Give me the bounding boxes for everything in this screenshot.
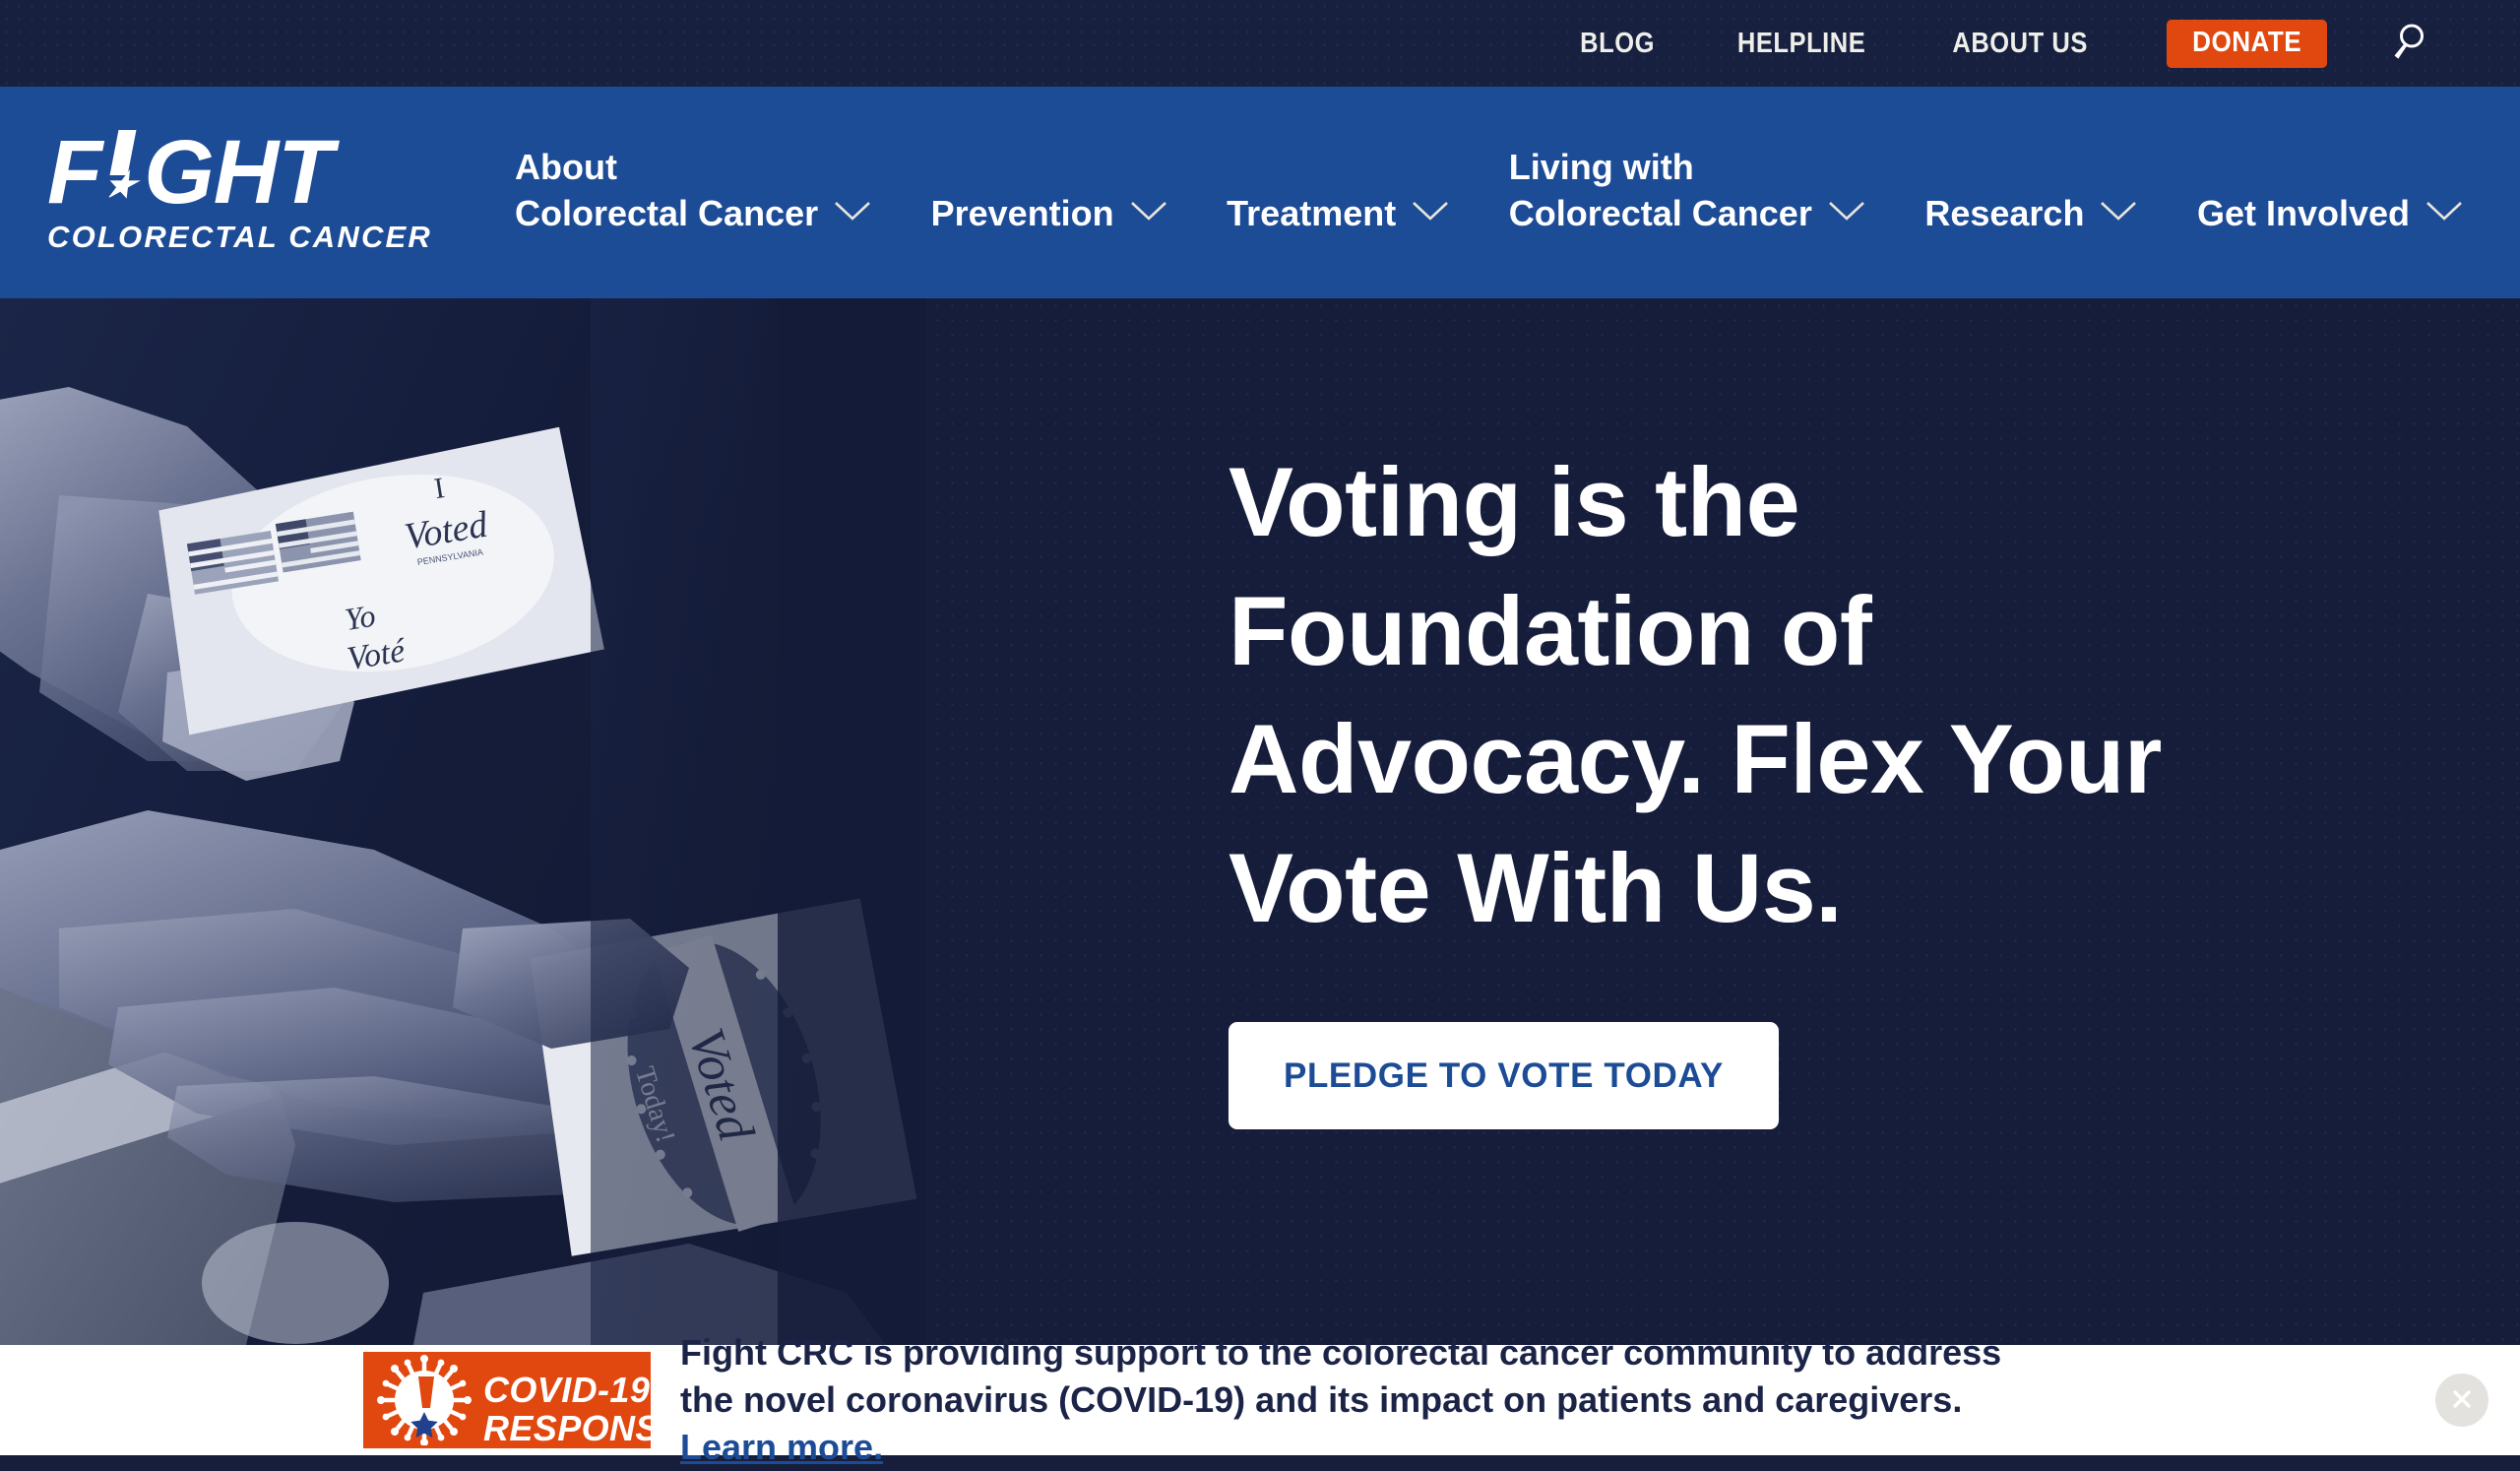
nav-item-get-involved[interactable]: Get Involved bbox=[2197, 191, 2463, 236]
logo-wordmark: F ★ GHT bbox=[47, 121, 387, 223]
nav-item-line2: Get Involved bbox=[2196, 192, 2410, 233]
covid-19-response-badge[interactable]: COVID-19 RESPONSE bbox=[363, 1352, 651, 1448]
banner-message: Fight CRC is providing support to the co… bbox=[680, 1329, 2058, 1471]
hero-headline-line-4: Vote With Us. bbox=[1228, 833, 1843, 943]
nav-item-line2: Treatment bbox=[1227, 192, 1397, 233]
nav-item-line1: About bbox=[515, 147, 617, 188]
chevron-down-icon bbox=[1828, 200, 1865, 226]
pledge-to-vote-button[interactable]: PLEDGE TO VOTE TODAY bbox=[1228, 1021, 1780, 1129]
logo-letters-ght: GHT bbox=[144, 121, 333, 223]
chevron-down-icon bbox=[1412, 200, 1449, 226]
hero-content: Voting is the Foundation of Advocacy. Fl… bbox=[1228, 438, 2213, 1129]
topbar-link-blog[interactable]: BLOG bbox=[1580, 28, 1655, 60]
nav-item-line2: Prevention bbox=[930, 192, 1114, 233]
close-icon bbox=[2449, 1386, 2475, 1415]
topbar-link-about-us[interactable]: ABOUT US bbox=[1953, 28, 2089, 60]
logo-exclamation-star-icon: ★ bbox=[100, 129, 142, 205]
banner-learn-more-link[interactable]: Learn more. bbox=[680, 1427, 883, 1467]
nav-item-line1: Living with bbox=[1508, 147, 1694, 188]
nav-item-line2: Research bbox=[1924, 192, 2085, 233]
chevron-down-icon bbox=[834, 200, 871, 226]
svg-text:Yo: Yo bbox=[343, 598, 378, 637]
site-logo[interactable]: F ★ GHT COLORECTAL CANCER bbox=[47, 121, 433, 256]
covid-response-banner: COVID-19 RESPONSE Fight CRC is providing… bbox=[0, 1332, 2520, 1467]
hero-headline: Voting is the Foundation of Advocacy. Fl… bbox=[1228, 438, 2213, 953]
search-icon bbox=[2385, 21, 2428, 67]
covid-badge-line-1: COVID-19 bbox=[483, 1370, 651, 1410]
banner-close-button[interactable] bbox=[2435, 1374, 2488, 1427]
hero-headline-line-3: Advocacy. Flex Your bbox=[1228, 704, 2162, 814]
banner-message-text: Fight CRC is providing support to the co… bbox=[680, 1332, 2002, 1421]
logo-subtitle: COLORECTAL CANCER bbox=[47, 220, 433, 255]
nav-item-line2: Colorectal Cancer bbox=[1508, 192, 1812, 233]
donate-button-label: DONATE bbox=[2191, 26, 2301, 58]
hero-headline-line-2: Foundation of bbox=[1228, 575, 1872, 685]
logo-letter-f: F bbox=[47, 121, 102, 223]
chevron-down-icon bbox=[2100, 200, 2137, 226]
nav-item-prevention[interactable]: Prevention bbox=[931, 191, 1167, 236]
donate-button[interactable]: DONATE bbox=[2166, 19, 2327, 68]
hero-headline-line-1: Voting is the bbox=[1228, 447, 1800, 556]
nav-item-research[interactable]: Research bbox=[1924, 191, 2137, 236]
hero-section: I Voted PENNSYLVANIA Yo Voté Voting is t… bbox=[0, 298, 2520, 1345]
nav-items-list: About Colorectal Cancer Prevention Treat… bbox=[387, 145, 2520, 239]
nav-item-line2: Colorectal Cancer bbox=[515, 192, 819, 233]
main-navigation-bar: F ★ GHT COLORECTAL CANCER About Colorect… bbox=[0, 87, 2520, 298]
covid-badge-line-2: RESPONSE bbox=[483, 1407, 651, 1448]
nav-item-living-with-colorectal-cancer[interactable]: Living with Colorectal Cancer bbox=[1509, 145, 1865, 235]
chevron-down-icon bbox=[1130, 200, 1167, 226]
search-button[interactable] bbox=[2384, 21, 2429, 66]
hero-image-hands-voting-stickers: I Voted PENNSYLVANIA Yo Voté bbox=[0, 298, 925, 1345]
top-utility-bar: BLOG HELPLINE ABOUT US DONATE bbox=[0, 0, 2520, 87]
banner-inner: COVID-19 RESPONSE Fight CRC is providing… bbox=[363, 1329, 2058, 1471]
nav-item-about-colorectal-cancer[interactable]: About Colorectal Cancer bbox=[515, 145, 871, 235]
topbar-link-helpline[interactable]: HELPLINE bbox=[1737, 28, 1865, 60]
chevron-down-icon bbox=[2426, 200, 2463, 226]
covid-badge-text: COVID-19 RESPONSE bbox=[483, 1370, 651, 1448]
nav-item-treatment[interactable]: Treatment bbox=[1227, 191, 1449, 236]
